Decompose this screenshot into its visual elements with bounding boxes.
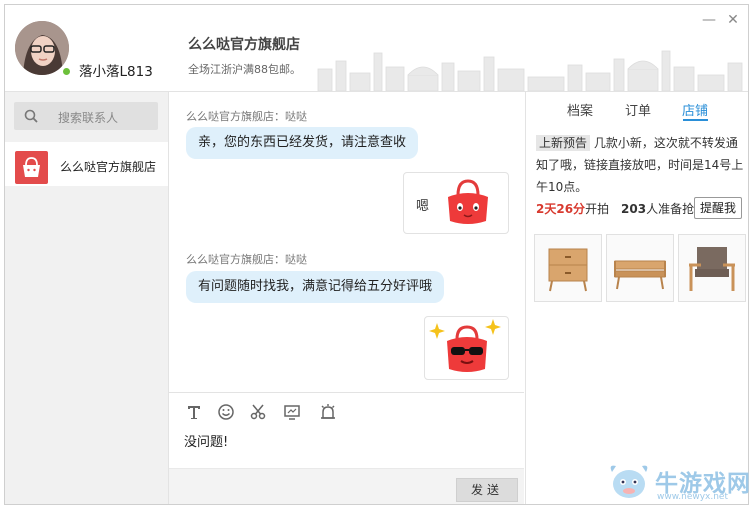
people-value: 203 [621, 202, 647, 216]
remind-button[interactable]: 提醒我 [694, 197, 742, 219]
chat-history: 么么哒官方旗舰店：哒哒 亲，您的东西已经发货，请注意查收 嗯 么么哒官方旗舰店：… [169, 92, 524, 392]
alarm-icon[interactable] [319, 403, 337, 421]
emoji-icon[interactable] [217, 403, 235, 421]
contact-search[interactable]: 搜索联系人 [14, 102, 158, 130]
scissors-icon[interactable] [249, 403, 267, 421]
screenshot-icon[interactable] [283, 403, 301, 421]
outgoing-sticker-message [424, 316, 509, 380]
armchair-image [689, 247, 735, 291]
bedside-cabinet-image [548, 248, 588, 292]
username: 落小落L813 [79, 64, 153, 80]
outgoing-text: 嗯 [416, 199, 430, 214]
incoming-message: 有问题随时找我，满意记得给五分好评哦 [186, 271, 445, 303]
chat-window: 落小落L813 么么哒官方旗舰店 全场江浙沪满88包邮。 — ✕ 搜索联系人 么… [4, 4, 749, 505]
search-icon [24, 109, 38, 123]
watermark-url: www.newyx.net [657, 492, 729, 502]
countdown: 2天26分开拍 [536, 200, 609, 217]
product-thumb-bedside-cabinet[interactable] [534, 234, 602, 302]
promo-tag: 上新预告 [536, 135, 591, 151]
outgoing-message: 嗯 [403, 172, 509, 234]
send-bar: 发送 [169, 468, 524, 504]
input-toolbar [169, 392, 524, 429]
promo-notice: 上新预告 几款小新，这次就不转发通知了哦，链接直接放吧，时间是14号上午10点。 [536, 132, 746, 198]
contact-sidebar: 搜索联系人 么么哒官方旗舰店 [5, 92, 169, 504]
online-status-dot [63, 68, 70, 75]
people-count: 203人准备抢 [621, 200, 694, 217]
font-icon[interactable] [185, 403, 203, 421]
contact-item[interactable]: 么么哒官方旗舰店 [5, 142, 168, 186]
countdown-value: 2天26分 [536, 202, 586, 216]
city-skyline-decoration [317, 50, 743, 91]
active-tab-indicator [683, 119, 708, 121]
user-avatar[interactable] [15, 21, 69, 75]
message-sender: 么么哒官方旗舰店：哒哒 [186, 110, 307, 123]
close-button[interactable]: ✕ [726, 13, 740, 27]
people-suffix: 人准备抢 [646, 202, 695, 216]
watermark-mascot-icon [610, 465, 648, 498]
shop-subtitle: 全场江浙沪满88包邮。 [188, 63, 301, 76]
contact-name: 么么哒官方旗舰店 [60, 160, 157, 174]
message-sender: 么么哒官方旗舰店：哒哒 [186, 253, 307, 266]
product-thumb-armchair[interactable] [678, 234, 746, 302]
minimize-button[interactable]: — [702, 13, 716, 27]
search-placeholder: 搜索联系人 [58, 111, 119, 125]
send-button[interactable]: 发送 [456, 478, 518, 502]
wooden-bench-image [614, 260, 666, 290]
avatar-portrait [15, 21, 69, 75]
message-input-text: 没问题! [184, 435, 229, 450]
red-bag-sunglasses-sticker [429, 319, 501, 372]
countdown-suffix: 开拍 [585, 202, 610, 216]
tab-store[interactable]: 店铺 [682, 100, 708, 119]
tab-orders[interactable]: 订单 [625, 100, 651, 119]
shop-title: 么么哒官方旗舰店 [188, 37, 300, 53]
tab-profile[interactable]: 档案 [567, 100, 593, 119]
shopping-bag-icon [15, 151, 48, 184]
red-bag-sticker [448, 179, 488, 224]
incoming-message: 亲，您的东西已经发货，请注意查收 [186, 127, 419, 159]
header: 落小落L813 么么哒官方旗舰店 全场江浙沪满88包邮。 — ✕ [5, 5, 748, 92]
shop-info-panel: 档案 订单 店铺 上新预告 几款小新，这次就不转发通知了哦，链接直接放吧，时间是… [525, 92, 748, 504]
product-thumb-wooden-bench[interactable] [606, 234, 674, 302]
